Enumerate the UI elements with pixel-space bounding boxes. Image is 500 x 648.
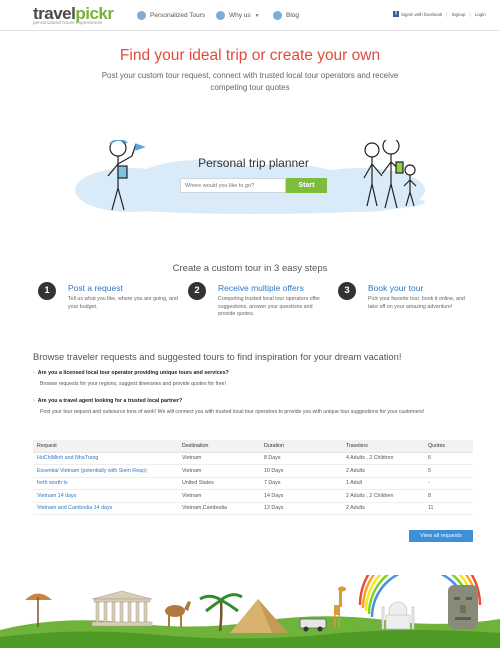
quotes-cell: 8 [424, 489, 473, 503]
nav-label: Personalized Tours [150, 12, 206, 19]
facebook-icon: f [393, 11, 399, 17]
tour-operator-answer: Browse requests for your regions, sugges… [40, 381, 226, 387]
stone-face-statue-icon [448, 585, 478, 629]
browse-title: Browse traveler requests and suggested t… [33, 351, 402, 362]
start-button[interactable]: Start [286, 178, 327, 193]
travelers-cell: 4 Adults , 2 Children [342, 452, 424, 465]
travelers-cell: 2 Adults [342, 502, 424, 515]
question-text: Are you a travel agent looking for a tru… [37, 398, 183, 404]
column-header: Duration [260, 440, 342, 453]
hero-title: Find your ideal trip or create your own [119, 47, 381, 64]
quotes-cell: - [424, 477, 473, 490]
step-number-1: 1 [38, 282, 56, 300]
tour-operator-question: › Are you a licensed local tour operator … [33, 370, 229, 376]
globe-icon [137, 11, 146, 20]
step-number-2: 2 [188, 282, 206, 300]
destination-cell: Vietnam [178, 464, 260, 478]
quotes-cell: 6 [424, 452, 473, 465]
quotes-cell: 11 [424, 502, 473, 515]
request-link[interactable]: forth worth tx [33, 477, 178, 490]
step-text: Competing trusted local tour operators o… [218, 296, 321, 317]
request-link[interactable]: Essential Vietnam (potentially with Siem… [33, 464, 178, 478]
login-link[interactable]: Login [475, 12, 486, 17]
step-title-receive-offers: Receive multiple offers [218, 283, 304, 293]
travel-agent-answer: Post your tour request and outsource ton… [40, 409, 425, 415]
view-all-requests-button[interactable]: View all requests [409, 530, 473, 542]
divider: | [469, 11, 471, 17]
step-number-3: 3 [338, 282, 356, 300]
column-header: Travelers [342, 440, 424, 453]
account-links: f Signin with facebook | Signup | Login [393, 11, 486, 17]
column-header: Destination [178, 440, 260, 453]
step-text: Pick your favorite tour, book it online,… [368, 296, 465, 310]
nav-personalized-tours[interactable]: Personalized Tours [137, 11, 205, 20]
destination-search-input[interactable] [180, 178, 286, 193]
request-link[interactable]: Vietnam and Cambodia 14 days [33, 502, 178, 515]
quotes-cell: 5 [424, 464, 473, 478]
step-text: Tell us what you like, where you are goi… [68, 296, 178, 310]
info-icon [216, 11, 225, 20]
request-link[interactable]: HoChiMinh and NhaTrang [33, 452, 178, 465]
table-row[interactable]: forth worth tx United States 7 Days 1 Ad… [33, 477, 473, 490]
duration-cell: 7 Days [260, 477, 342, 490]
steps-title: Create a custom tour in 3 easy steps [172, 263, 328, 274]
step-title-post-request: Post a request [68, 283, 123, 293]
duration-cell: 14 Days [260, 489, 342, 503]
table-row[interactable]: Vietnam 14 days Vietnam 14 Days 2 Adults… [33, 489, 473, 503]
column-header: Request [33, 440, 178, 453]
duration-cell: 10 Days [260, 464, 342, 478]
destination-cell: Vietnam [178, 452, 260, 465]
travelers-cell: 2 Adults , 2 Children [342, 489, 424, 503]
nav-blog[interactable]: Blog [273, 11, 299, 20]
table-row[interactable]: Vietnam and Cambodia 14 days Vietnam,Cam… [33, 502, 473, 515]
destination-cell: Vietnam [178, 489, 260, 503]
blog-icon [273, 11, 282, 20]
nav-why-us[interactable]: Why us ▼ [216, 11, 260, 20]
planner-title: Personal trip planner [198, 156, 309, 170]
column-header: Quotes [424, 440, 473, 453]
facebook-signin-link[interactable]: Signin with facebook [401, 12, 442, 17]
travel-agent-question: › Are you a travel agent looking for a tr… [33, 398, 182, 404]
table-row[interactable]: Essential Vietnam (potentially with Siem… [33, 464, 473, 478]
hero-subtitle: Post your custom tour request, connect w… [101, 71, 399, 92]
chevron-down-icon: ▼ [254, 12, 260, 19]
request-link[interactable]: Vietnam 14 days [33, 489, 178, 503]
arrow-right-icon: › [33, 370, 35, 376]
divider: | [446, 11, 448, 17]
nav-label: Blog [286, 12, 300, 19]
requests-table: Request Destination Duration Travelers Q… [33, 440, 473, 515]
travelers-cell: 2 Adults [342, 464, 424, 478]
logo-tagline: personalized travel experiences [33, 20, 103, 25]
destination-cell: Vietnam,Cambodia [178, 502, 260, 515]
top-header: travelpickr personalized travel experien… [0, 0, 500, 31]
signup-link[interactable]: Signup [451, 12, 465, 17]
duration-cell: 8 Days [260, 452, 342, 465]
travelers-cell: 1 Adult [342, 477, 424, 490]
nav-label: Why us [229, 12, 251, 19]
question-text: Are you a licensed local tour operator p… [37, 370, 229, 376]
arrow-right-icon: › [33, 398, 35, 404]
table-row[interactable]: HoChiMinh and NhaTrang Vietnam 8 Days 4 … [33, 452, 473, 465]
step-title-book-tour: Book your tour [368, 283, 424, 293]
duration-cell: 12 Days [260, 502, 342, 515]
landmarks-footer-illustration [0, 575, 500, 648]
destination-cell: United States [178, 477, 260, 490]
table-header-row: Request Destination Duration Travelers Q… [33, 440, 473, 453]
